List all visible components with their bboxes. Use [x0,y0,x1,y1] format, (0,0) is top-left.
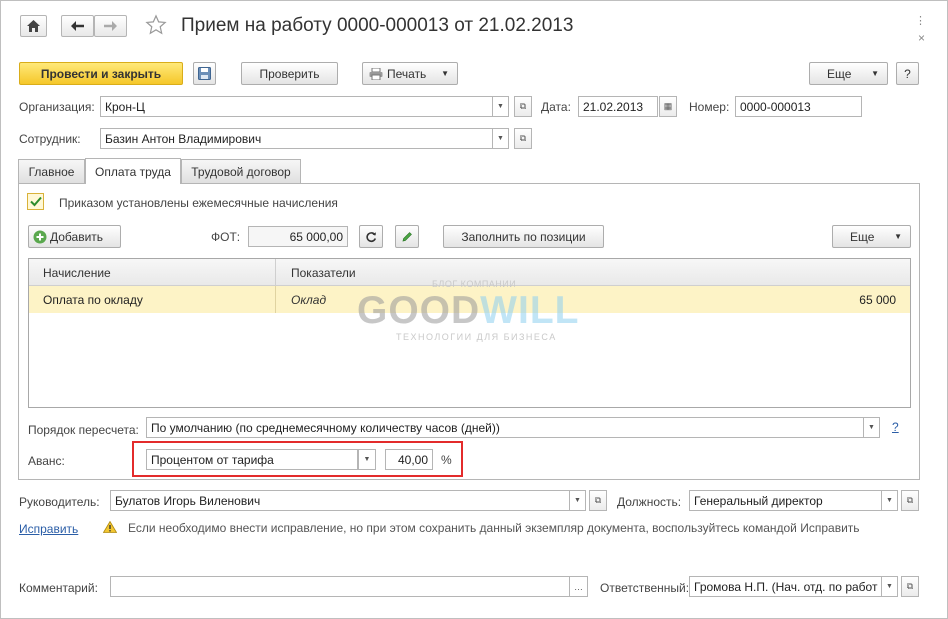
warning-icon [103,521,117,533]
position-label: Должность: [617,495,682,509]
comment-expand-icon[interactable]: … [570,576,588,597]
floppy-disk-icon [198,67,211,80]
page-title: Прием на работу 0000-000013 от 21.02.201… [181,15,574,36]
chevron-down-icon: ▼ [871,69,879,78]
watermark-brand-a: GOOD [357,289,481,332]
manager-field[interactable]: Булатов Игорь Виленович [110,490,570,511]
responsible-field[interactable]: Громова Н.П. (Нач. отд. по работ [689,576,882,597]
refresh-fot-button[interactable] [359,225,383,248]
watermark-top-text: БЛОГ КОМПАНИИ [432,279,517,289]
window-menu-icon[interactable]: ⋮ [915,14,927,27]
responsible-label: Ответственный: [600,581,690,595]
fill-by-position-button[interactable]: Заполнить по позиции [443,225,604,248]
pencil-icon [402,231,412,241]
fix-document-link[interactable]: Исправить [19,522,78,536]
checkmark-icon [29,196,42,207]
print-button[interactable]: Печать ▼ [362,62,458,85]
number-field[interactable]: 0000-000013 [735,96,862,117]
close-icon[interactable]: × [918,31,925,45]
recalc-dropdown-icon[interactable]: ▼ [864,417,880,438]
indicator-value-cell: 65 000 [859,293,896,307]
column-divider [275,259,276,285]
number-label: Номер: [689,100,730,114]
chevron-down-icon: ▼ [894,232,902,241]
printer-icon [369,67,383,80]
indicator-name-cell: Оклад [291,293,327,307]
favorite-star-icon[interactable] [145,14,167,39]
employee-field[interactable]: Базин Антон Владимирович [100,128,493,149]
responsible-dropdown-icon[interactable]: ▼ [882,576,898,597]
pay-more-label: Еще [850,229,875,244]
organization-label: Организация: [19,100,95,114]
manager-label: Руководитель: [19,495,100,509]
tab-payment[interactable]: Оплата труда [85,158,181,184]
calendar-icon[interactable]: ▦ [659,96,677,117]
accrual-cell: Оплата по окладу [43,293,143,307]
add-button-label: Добавить [50,229,104,244]
print-button-label: Печать [387,66,427,81]
add-circle-icon [33,230,47,243]
fix-hint-text: Если необходимо внести исправление, но п… [128,521,860,535]
advance-value-field[interactable]: 40,00 [385,449,433,470]
responsible-open-icon[interactable]: ⧉ [901,576,919,597]
tab-main[interactable]: Главное [18,159,85,183]
watermark-logo: GOODWILL [357,289,579,333]
column-divider [275,286,276,313]
organization-dropdown-icon[interactable]: ▼ [493,96,509,117]
organization-open-icon[interactable]: ⧉ [514,96,532,117]
chevron-down-icon: ▼ [441,69,449,78]
manager-dropdown-icon[interactable]: ▼ [570,490,586,511]
position-dropdown-icon[interactable]: ▼ [882,490,898,511]
manager-open-icon[interactable]: ⧉ [589,490,607,511]
watermark-bottom-text: ТЕХНОЛОГИИ ДЛЯ БИЗНЕСА [396,332,557,342]
advance-method-dropdown-icon[interactable]: ▼ [358,449,376,470]
add-accrual-button[interactable]: Добавить [28,225,121,248]
position-open-icon[interactable]: ⧉ [901,490,919,511]
arrow-right-icon [104,21,117,31]
advance-method-field[interactable]: Процентом от тарифа [146,449,358,470]
recalc-help-link[interactable]: ? [892,420,899,434]
tab-labor-contract[interactable]: Трудовой договор [181,159,301,183]
save-button[interactable] [193,62,216,85]
column-header-indicators[interactable]: Показатели [291,266,356,280]
home-icon [27,20,40,32]
arrow-left-icon [71,21,84,31]
date-field[interactable]: 21.02.2013 [578,96,658,117]
recalc-label: Порядок пересчета: [28,423,139,437]
comment-label: Комментарий: [19,581,98,595]
fot-label: ФОТ: [211,230,241,244]
refresh-icon [366,231,377,242]
help-button[interactable]: ? [896,62,919,85]
advance-label: Аванс: [28,454,65,468]
comment-field[interactable] [110,576,570,597]
edit-fot-button[interactable] [395,225,419,248]
recalc-field[interactable]: По умолчанию (по среднемесячному количес… [146,417,864,438]
employee-label: Сотрудник: [19,132,81,146]
forward-button[interactable] [94,15,127,37]
organization-field[interactable]: Крон-Ц [100,96,493,117]
home-button[interactable] [20,15,47,37]
pay-more-button[interactable]: Еще ▼ [832,225,911,248]
post-and-close-button[interactable]: Провести и закрыть [19,62,183,85]
monthly-accruals-label: Приказом установлены ежемесячные начисле… [59,196,338,210]
employee-open-icon[interactable]: ⧉ [514,128,532,149]
check-button[interactable]: Проверить [241,62,338,85]
watermark-brand-b: WILL [480,289,580,332]
fot-field: 65 000,00 [248,226,348,247]
position-field[interactable]: Генеральный директор [689,490,882,511]
employee-dropdown-icon[interactable]: ▼ [493,128,509,149]
more-actions-button[interactable]: Еще ▼ [809,62,888,85]
column-header-accrual[interactable]: Начисление [43,266,111,280]
back-button[interactable] [61,15,94,37]
advance-unit-label: % [441,453,452,467]
more-button-label: Еще [827,66,852,81]
monthly-accruals-checkbox[interactable] [27,193,44,210]
date-label: Дата: [541,100,571,114]
